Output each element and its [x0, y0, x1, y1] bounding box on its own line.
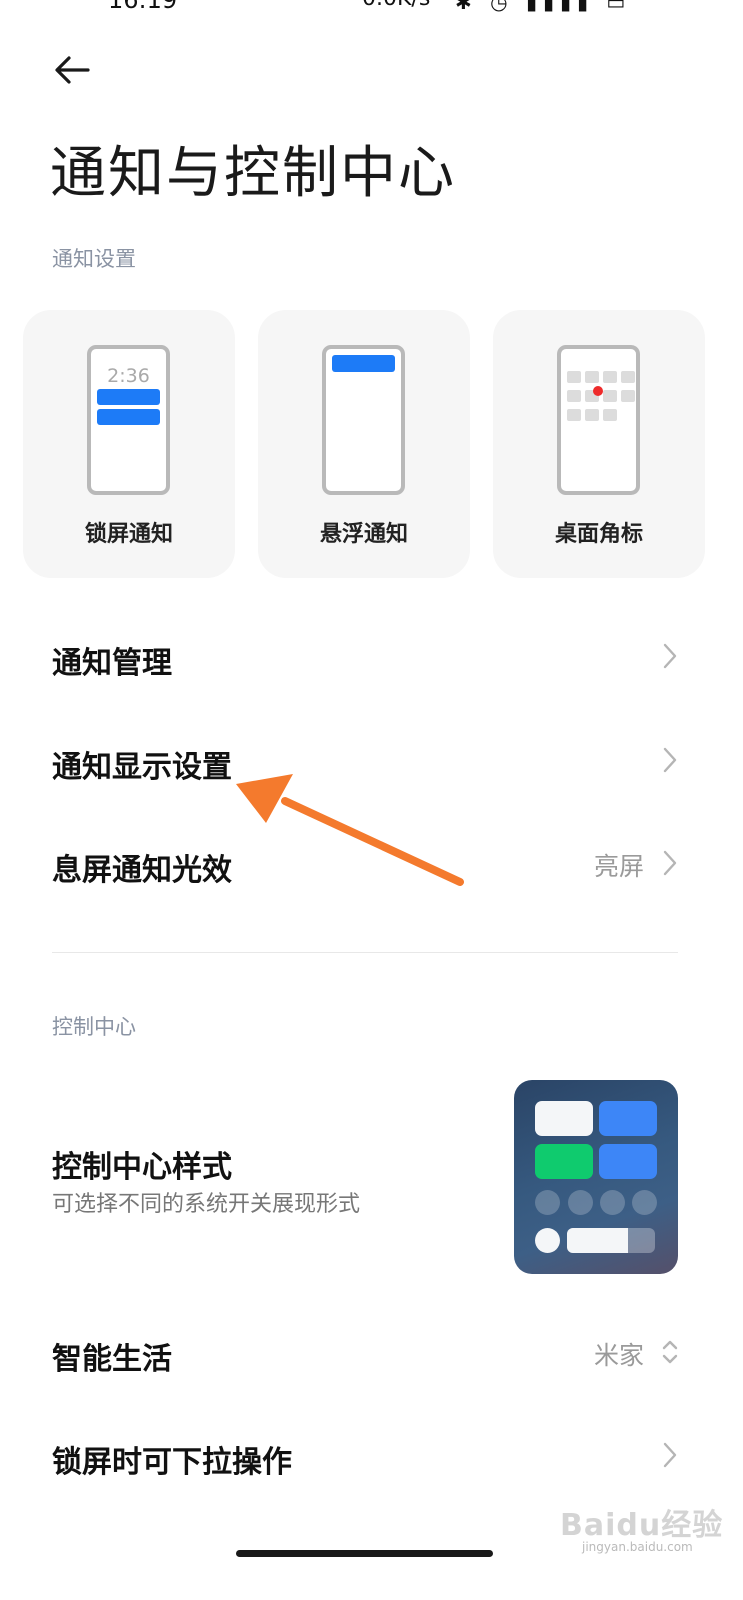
row-label: 智能生活: [52, 1342, 172, 1377]
chevron-up-down-icon: [662, 1340, 678, 1364]
control-center-preview: [514, 1080, 678, 1274]
preview-tile: [599, 1144, 657, 1179]
chevron-right-icon: [663, 1442, 677, 1468]
row-control-center-style[interactable]: 控制中心样式 可选择不同的系统开关展现形式: [52, 1080, 678, 1276]
row-value: 米家: [593, 1341, 644, 1370]
watermark: Baidu经验: [560, 1508, 724, 1543]
home-indicator[interactable]: [236, 1550, 493, 1557]
preview-toggle: [535, 1228, 560, 1253]
row-label: 锁屏时可下拉操作: [52, 1445, 292, 1480]
section-label-control-center: 控制中心: [52, 1015, 136, 1039]
preview-slider: [567, 1228, 655, 1253]
watermark-url: jingyan.baidu.com: [582, 1540, 693, 1554]
row-subtitle: 可选择不同的系统开关展现形式: [52, 1192, 361, 1217]
preview-toggle: [568, 1190, 593, 1215]
preview-tile: [599, 1101, 657, 1136]
section-divider: [52, 952, 678, 953]
preview-toggle: [535, 1190, 560, 1215]
preview-toggle: [600, 1190, 625, 1215]
row-smart-life[interactable]: 智能生活 米家: [52, 1322, 680, 1382]
preview-tile: [535, 1144, 593, 1179]
row-label: 控制中心样式: [52, 1150, 232, 1185]
row-lockscreen-pulldown[interactable]: 锁屏时可下拉操作: [52, 1425, 680, 1485]
preview-toggle: [632, 1190, 657, 1215]
preview-slider-fill: [567, 1228, 628, 1253]
preview-tile: [535, 1101, 593, 1136]
